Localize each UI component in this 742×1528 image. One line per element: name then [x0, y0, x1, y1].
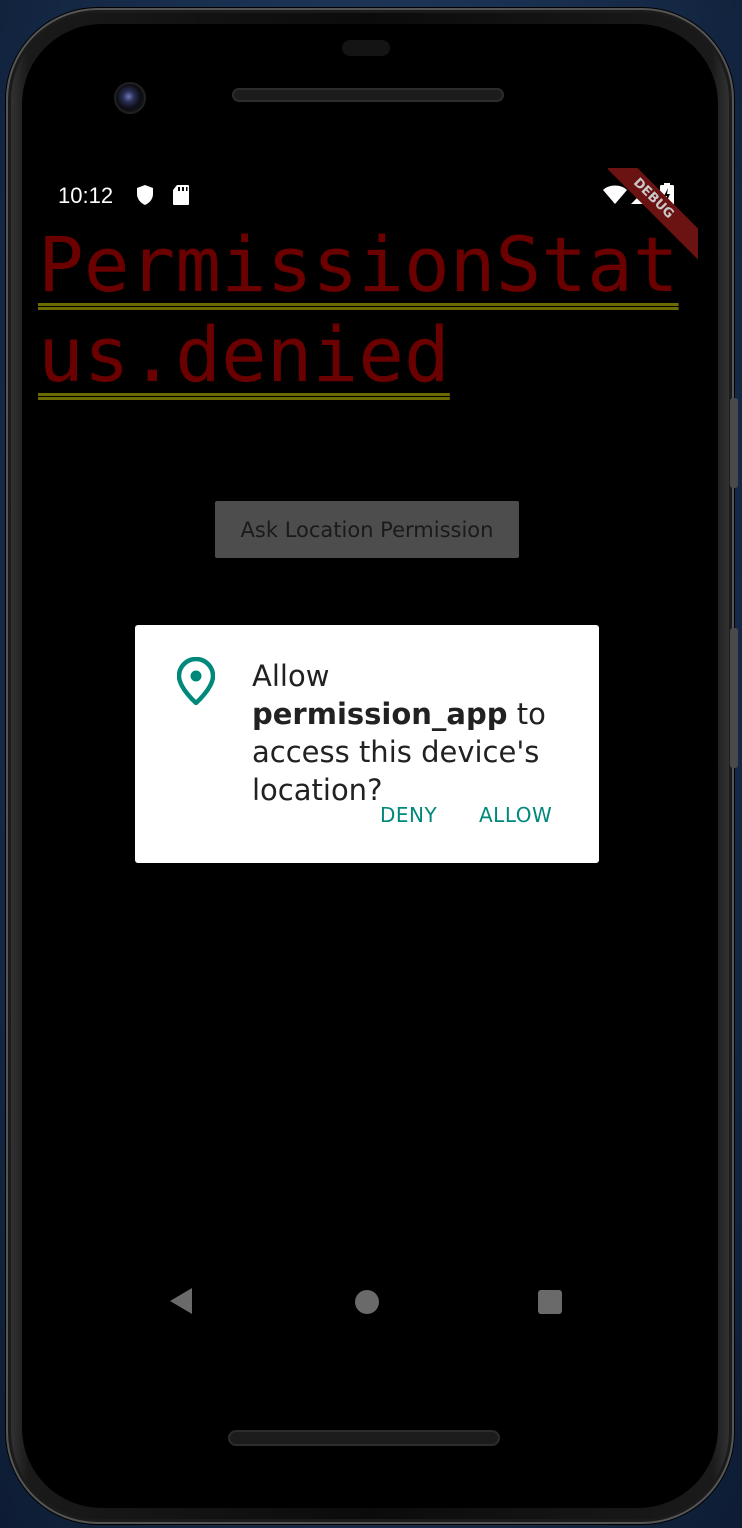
- app-screen: 10:12 DEBUG PermissionStatus.denied Ask …: [36, 168, 698, 1358]
- dialog-app-name: permission_app: [252, 697, 508, 731]
- recents-icon[interactable]: [538, 1290, 562, 1314]
- home-icon[interactable]: [355, 1290, 379, 1314]
- ask-location-permission-button[interactable]: Ask Location Permission: [215, 501, 519, 558]
- status-bar: 10:12 DEBUG: [36, 168, 698, 260]
- permission-dialog: Allow permission_app to access this devi…: [135, 625, 599, 863]
- status-time: 10:12: [58, 183, 114, 208]
- allow-button[interactable]: ALLOW: [479, 803, 552, 827]
- bottom-speaker: [228, 1430, 500, 1446]
- volume-button: [730, 398, 738, 488]
- navigation-bar: [36, 1278, 698, 1338]
- sd-card-icon: [172, 184, 190, 211]
- front-camera: [114, 82, 146, 114]
- top-speaker: [232, 88, 504, 102]
- dialog-message-prefix: Allow: [252, 659, 330, 693]
- permission-status-text: PermissionStatus.denied: [38, 220, 679, 399]
- deny-button[interactable]: DENY: [380, 803, 437, 827]
- back-icon[interactable]: [170, 1288, 192, 1314]
- dialog-message: Allow permission_app to access this devi…: [252, 657, 582, 809]
- front-sensor: [342, 40, 390, 56]
- power-button: [730, 628, 738, 768]
- location-pin-icon: [176, 656, 216, 710]
- shield-icon: [136, 184, 154, 211]
